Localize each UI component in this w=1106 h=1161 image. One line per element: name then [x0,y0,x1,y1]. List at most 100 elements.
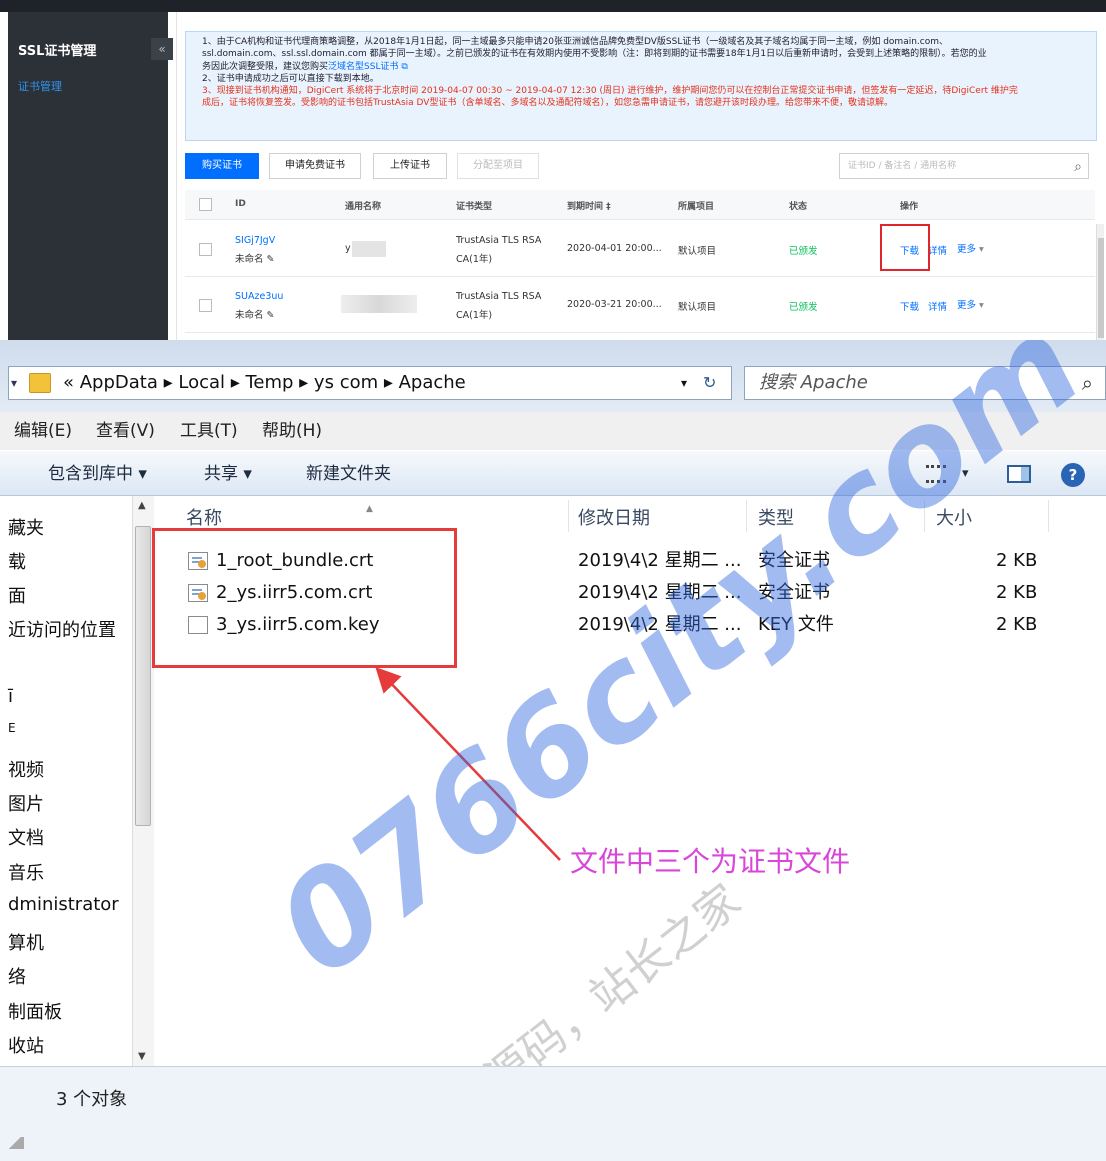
resize-grip-icon[interactable] [6,1137,24,1149]
nav-item-recycle-bin[interactable]: 收站 [8,1032,44,1058]
col-expire[interactable]: 到期时间 ‡ [567,199,611,212]
more-label: 更多 [957,244,977,255]
nav-item-videos[interactable]: 视频 [8,756,44,782]
cert-search-input[interactable]: 证书ID / 备注名 / 通用名称 ⌕ [839,153,1089,179]
assign-project-button[interactable]: 分配至项目 [457,153,539,179]
scrollbar-thumb[interactable] [1098,238,1104,338]
notice-line: ssl.domain.com、ssl.ssl.domain.com 都属于同一主… [202,49,987,60]
nav-item-libraries[interactable]: ī [8,686,13,707]
expire-time: 2020-04-01 20:00... [567,243,662,254]
col-status: 状态 [789,202,808,212]
col-modified[interactable]: 修改日期 [578,504,650,530]
detail-link[interactable]: 详情 [928,299,947,313]
row-checkbox[interactable] [199,243,212,256]
help-icon[interactable]: ? [1061,463,1085,487]
nav-item-downloads[interactable]: 载 [8,548,26,574]
share-button[interactable]: 共享 ▾ [204,451,252,497]
nav-item-desktop[interactable]: 面 [8,582,26,608]
new-folder-button[interactable]: 新建文件夹 [306,451,391,497]
nav-item-recent[interactable]: 近访问的位置 [8,616,116,642]
search-placeholder: 证书ID / 备注名 / 通用名称 [848,161,957,171]
scroll-down-icon[interactable]: ▼ [138,1051,146,1062]
main-content: 1、由于CA机构和证书代理商策略调整，从2018年1月1日起，同一主域最多只能申… [176,12,1106,340]
col-cert-type: 证书类型 [456,202,493,212]
notice-line: 务因此次调整受限，建议您购买泛域名型SSL证书 ⧉ [202,61,1086,73]
external-link-icon: ⧉ [398,61,408,72]
include-in-library-button[interactable]: 包含到库中 ▾ [48,451,147,497]
nav-item-favorites[interactable]: 藏夹 [8,514,44,540]
search-icon[interactable]: ⌕ [1074,155,1082,179]
nav-item-administrator[interactable]: dministrator [8,894,119,915]
row-checkbox[interactable] [199,299,212,312]
scrollbar-thumb[interactable] [135,526,151,826]
cert-type-duration: CA(1年) [456,254,493,265]
nav-item-documents[interactable]: 文档 [8,824,44,850]
column-divider[interactable] [1048,500,1049,532]
notice-line-warning: 3、现接到证书机构通知，DigiCert 系统将于北京时间 2019-04-07… [202,86,1018,97]
nav-item-computer[interactable]: 算机 [8,929,44,955]
table-scrollbar[interactable] [1096,224,1104,340]
upload-cert-button[interactable]: 上传证书 [373,153,447,179]
project-name: 默认项目 [678,246,717,257]
status-badge: 已颁发 [789,246,818,257]
alias-text: 未命名 [235,254,264,265]
nav-arrow-icon[interactable]: ▾ [11,367,17,399]
address-dropdown-icon[interactable]: ▾ [681,367,687,399]
more-dropdown[interactable]: 更多 ▾ [957,241,984,255]
download-link[interactable]: 下载 [900,299,919,313]
edit-pencil-icon[interactable]: ✎ [267,254,275,265]
cert-type-duration: CA(1年) [456,310,493,321]
table-row: SUAze3uu 未命名 ✎ TrustAsia TLS RSA CA(1年) … [185,277,1095,333]
project-name: 默认项目 [678,302,717,313]
cert-files-highlight-box [152,528,457,668]
notice-line: 2、证书申请成功之后可以直接下载到本地。 [202,73,379,84]
table-row: SIGj7JgV 未命名 ✎ y .com TrustAsia TLS RSA … [185,221,1095,277]
cert-alias: 未命名 ✎ [235,307,275,321]
scroll-up-icon[interactable]: ▲ [138,500,146,511]
nav-item-music[interactable]: 音乐 [8,859,44,885]
refresh-icon[interactable]: ↻ [703,367,716,399]
sidebar: SSL证书管理 « 证书管理 [8,12,173,340]
menu-help[interactable]: 帮助(H) [262,412,322,450]
alias-text: 未命名 [235,310,264,321]
sidebar-title: SSL证书管理 [18,44,97,59]
search-placeholder: 搜索 Apache [759,372,868,393]
nav-item-pictures[interactable]: 图片 [8,790,44,816]
wildcard-cert-link[interactable]: 泛域名型SSL证书 [328,62,398,72]
status-bar: 3 个对象 [0,1066,1106,1161]
menu-tools[interactable]: 工具(T) [180,412,238,450]
redacted-blur [341,295,417,313]
menu-view[interactable]: 查看(V) [96,412,155,450]
sort-ascending-icon: ▲ [366,504,373,514]
ssl-console-panel: SSL证书管理 « 证书管理 1、由于CA机构和证书代理商策略调整，从2018年… [0,0,1106,340]
sidebar-collapse-button[interactable]: « [151,38,173,60]
file-size: 2 KB [996,550,1038,571]
nav-scrollbar[interactable]: ▲ ▼ [132,496,154,1066]
expire-time: 2020-03-21 20:00... [567,299,662,310]
detail-link[interactable]: 详情 [928,243,947,257]
breadcrumb[interactable]: « AppData ▸ Local ▸ Temp ▸ ys com ▸ Apac… [63,367,466,399]
nav-item-control-panel[interactable]: 制面板 [8,998,62,1024]
edit-pencil-icon[interactable]: ✎ [267,310,275,321]
notice-line: 1、由于CA机构和证书代理商策略调整，从2018年1月1日起，同一主域最多只能申… [202,37,948,47]
sidebar-item-cert-management[interactable]: 证书管理 [18,78,62,94]
address-bar[interactable]: ▾ « AppData ▸ Local ▸ Temp ▸ ys com ▸ Ap… [8,366,732,400]
nav-item-network[interactable]: 络 [8,963,26,989]
top-nav-bar [0,0,1106,12]
status-badge: 已颁发 [789,302,818,313]
chevron-down-icon: ▾ [979,244,984,255]
col-name[interactable]: 名称 [186,504,222,530]
download-highlight-box [880,224,930,271]
cert-id-link[interactable]: SIGj7JgV [235,235,275,246]
item-count: 3 个对象 [56,1089,128,1110]
cert-id-link[interactable]: SUAze3uu [235,291,283,302]
apply-free-cert-button[interactable]: 申请免费证书 [269,153,361,179]
column-divider[interactable] [568,500,569,532]
more-dropdown[interactable]: 更多 ▾ [957,297,984,311]
nav-item-library-sub[interactable]: E [8,721,16,735]
cert-type: TrustAsia TLS RSA [456,235,542,246]
select-all-checkbox[interactable] [199,198,212,211]
buy-cert-button[interactable]: 购买证书 [185,153,259,179]
cert-type: TrustAsia TLS RSA [456,291,542,302]
menu-edit[interactable]: 编辑(E) [14,412,72,450]
